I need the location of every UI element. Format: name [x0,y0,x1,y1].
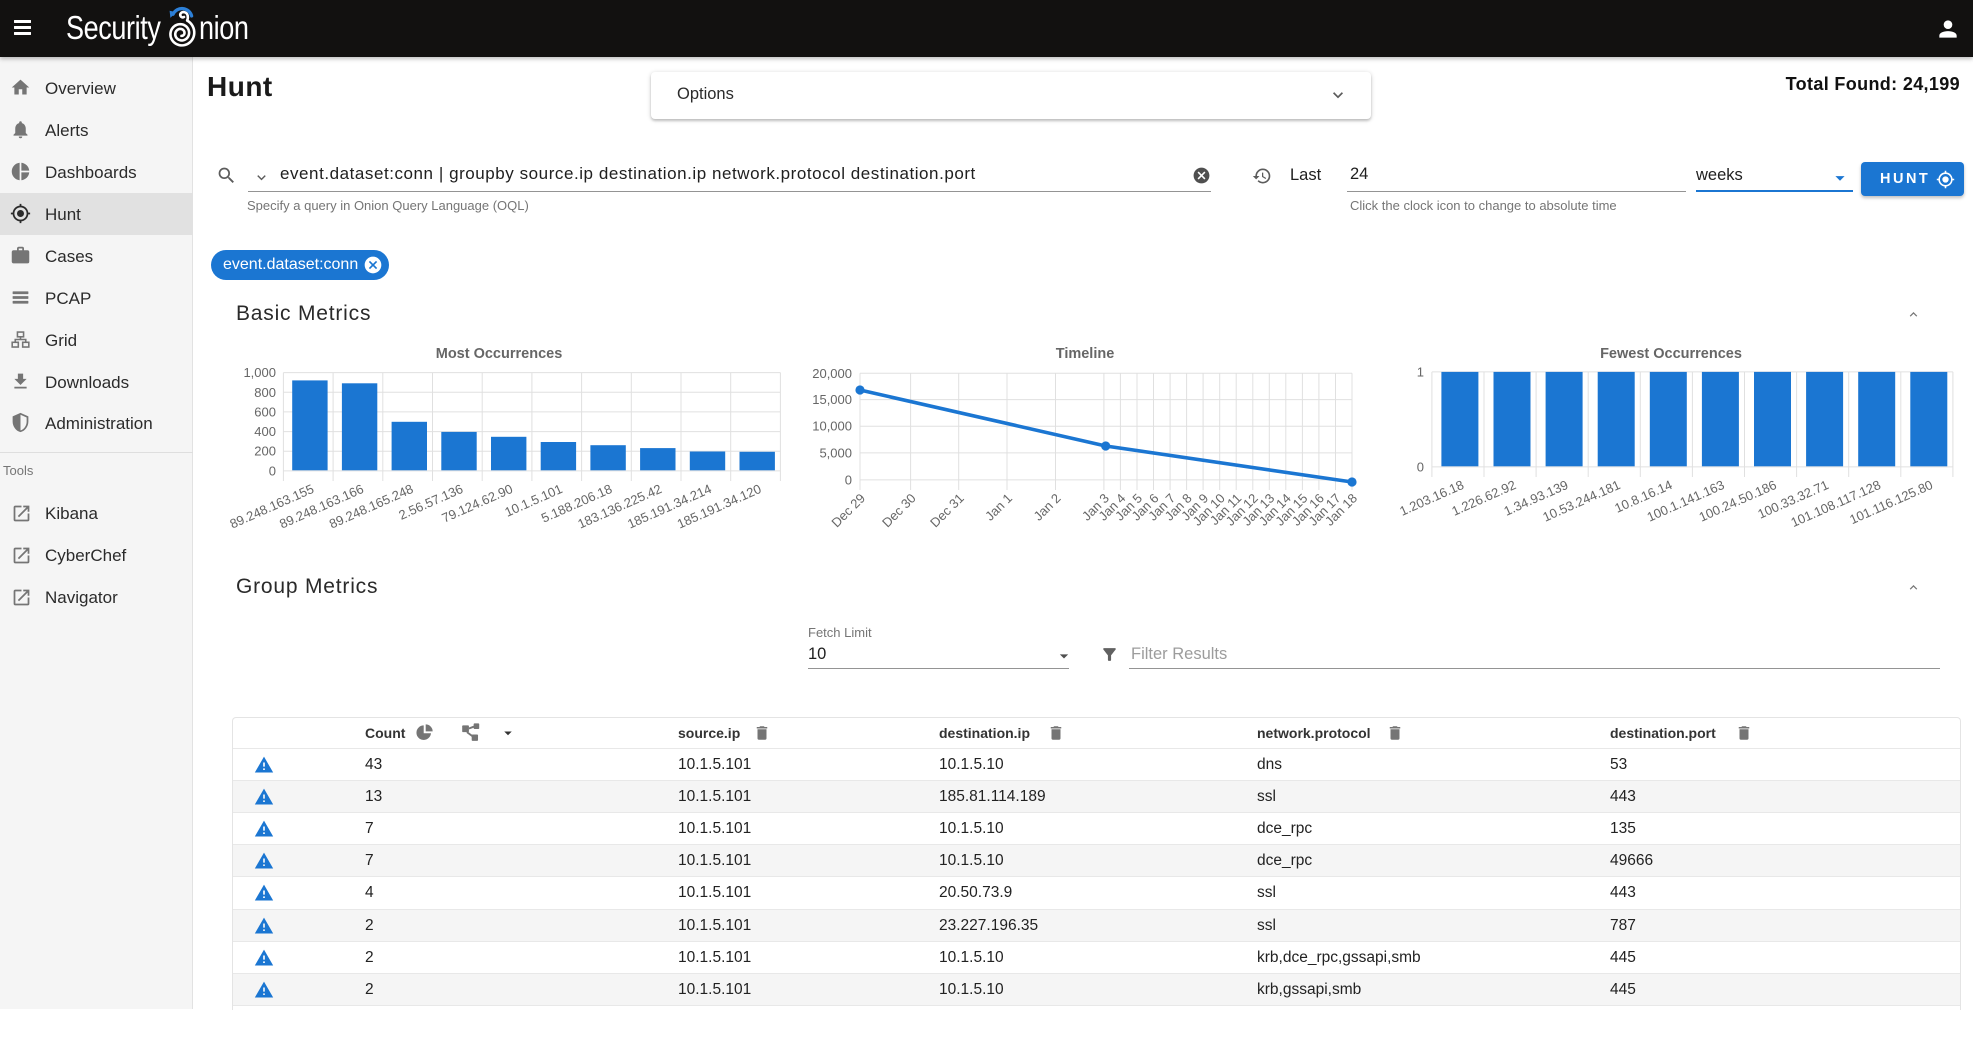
svg-text:Dec 30: Dec 30 [879,491,919,531]
svg-text:Jan 1: Jan 1 [982,491,1015,524]
svg-text:5,000: 5,000 [819,445,852,460]
svg-text:600: 600 [254,404,276,419]
svg-text:Jan 2: Jan 2 [1031,491,1064,524]
svg-text:0: 0 [1417,459,1424,474]
svg-text:800: 800 [254,385,276,400]
svg-text:20,000: 20,000 [812,366,852,381]
svg-text:15,000: 15,000 [812,392,852,407]
svg-text:Most Occurrences: Most Occurrences [436,346,563,362]
svg-text:0: 0 [269,463,276,478]
svg-text:1: 1 [1417,364,1424,379]
svg-text:Dec 29: Dec 29 [828,491,868,531]
svg-text:1,000: 1,000 [243,365,276,380]
svg-text:10,000: 10,000 [812,419,852,434]
svg-text:185.191.34.120: 185.191.34.120 [675,481,764,531]
svg-text:Fewest Occurrences: Fewest Occurrences [1600,346,1742,362]
svg-text:0: 0 [845,472,852,487]
svg-text:400: 400 [254,424,276,439]
svg-text:Timeline: Timeline [1056,346,1115,362]
svg-text:Dec 31: Dec 31 [927,491,967,531]
svg-text:200: 200 [254,444,276,459]
